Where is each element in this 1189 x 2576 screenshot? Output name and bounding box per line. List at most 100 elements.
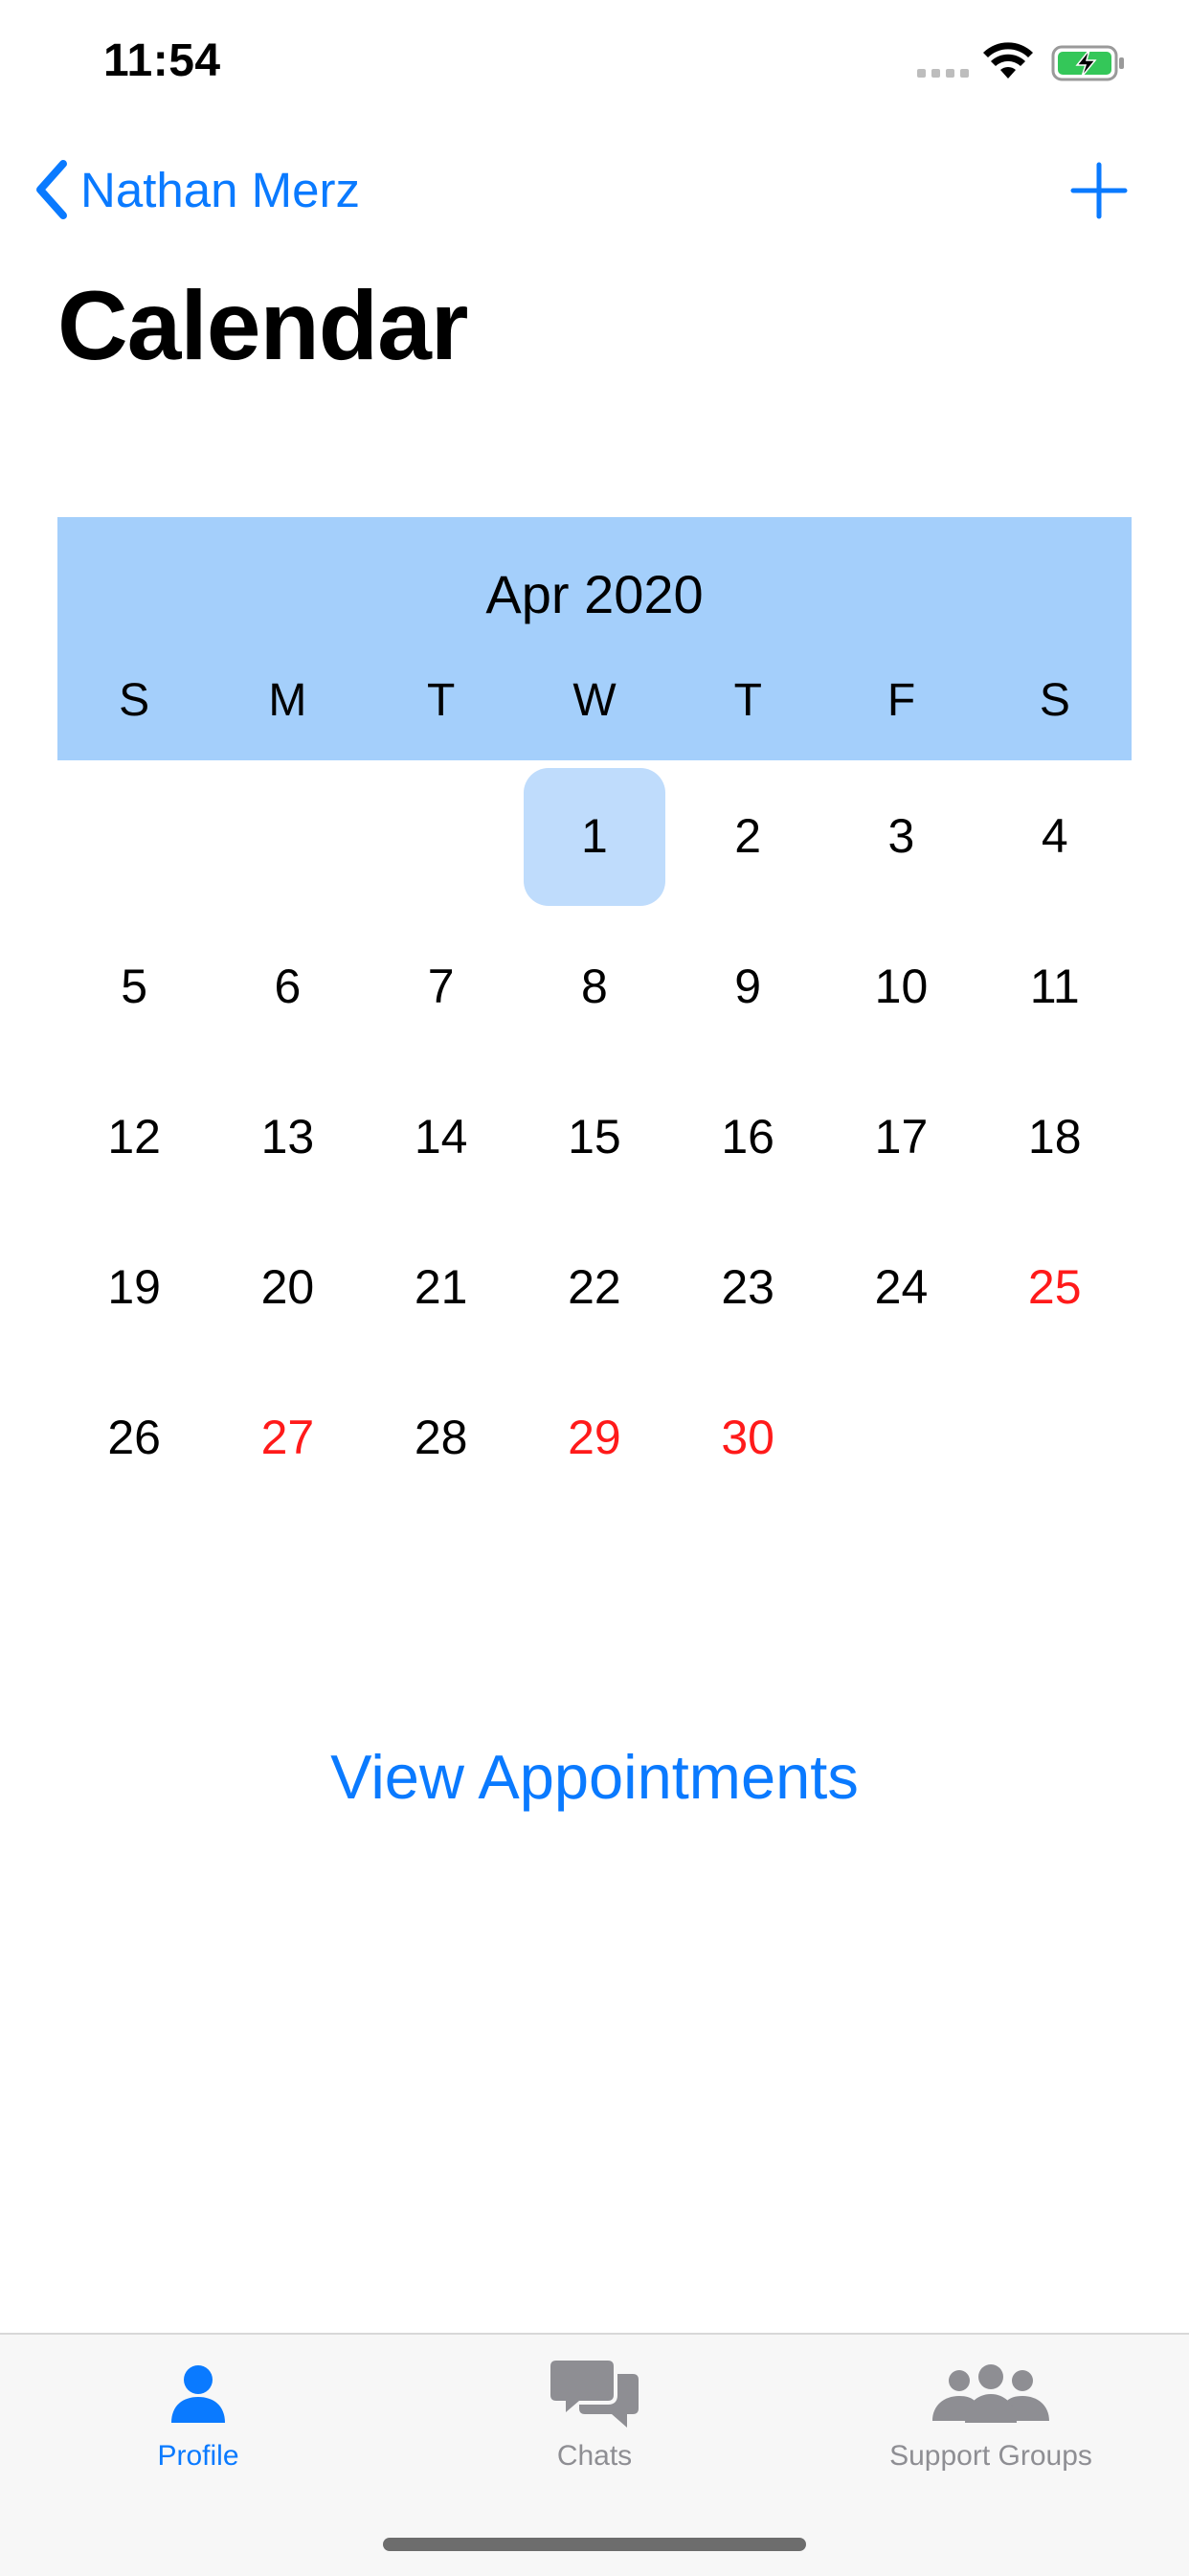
calendar-day[interactable]: 30 (671, 1367, 824, 1507)
calendar-day[interactable]: 2 (671, 766, 824, 906)
calendar-day[interactable]: 27 (211, 1367, 364, 1507)
calendar-day[interactable]: 17 (824, 1067, 977, 1207)
calendar-day[interactable]: 25 (978, 1217, 1132, 1357)
tab-chats[interactable]: Chats (396, 2356, 793, 2473)
calendar-day-number: 22 (568, 1259, 621, 1314)
calendar-day[interactable]: 13 (211, 1067, 364, 1207)
calendar-day[interactable]: 6 (211, 916, 364, 1056)
calendar-day-number: 3 (887, 808, 915, 863)
calendar-day-number: 5 (121, 959, 148, 1013)
calendar-day-number: 13 (260, 1109, 315, 1164)
calendar-day-number: 27 (260, 1410, 315, 1464)
person-icon (171, 2365, 225, 2423)
calendar-day-number: 29 (568, 1410, 621, 1464)
calendar-day-number: 15 (568, 1109, 621, 1164)
calendar-grid: 1 2 3 4 5 6 7 8 9 10 11 12 13 14 15 16 17 18 19 20 21 22 23 24 2… (57, 760, 1132, 1512)
page-title: Calendar (57, 271, 468, 380)
calendar-day-number: 16 (721, 1109, 774, 1164)
calendar-day-number: 6 (274, 959, 302, 1013)
calendar-empty-cell (211, 766, 364, 906)
weekday-row: S M T W T F S (57, 674, 1132, 727)
status-bar: 11:54 (0, 0, 1189, 134)
calendar-day-number: 1 (581, 808, 608, 863)
calendar-day-number: 12 (107, 1109, 161, 1164)
month-label: Apr 2020 (485, 564, 704, 624)
calendar-day[interactable]: 9 (671, 916, 824, 1056)
cellular-signal-icon (917, 69, 969, 78)
calendar-day-number: 2 (734, 808, 762, 863)
add-icon[interactable] (1070, 157, 1128, 224)
calendar-header: Apr 2020 S M T W T F S (57, 517, 1132, 760)
tab-label: Chats (556, 2440, 633, 2472)
calendar-day-number: 8 (581, 959, 608, 1013)
calendar-day-number: 25 (1027, 1259, 1082, 1314)
calendar-day[interactable]: 24 (824, 1217, 977, 1357)
home-indicator (383, 2538, 806, 2551)
calendar-day-number: 28 (414, 1410, 468, 1464)
calendar-day-number: 18 (1027, 1109, 1082, 1164)
status-time: 11:54 (103, 35, 221, 86)
calendar-day[interactable]: 12 (57, 1067, 211, 1207)
calendar-day[interactable]: 22 (518, 1217, 671, 1357)
calendar-day-number: 9 (734, 959, 762, 1013)
calendar-day[interactable]: 29 (518, 1367, 671, 1507)
tab-label: Profile (157, 2440, 239, 2472)
wifi-icon (983, 42, 1033, 79)
calendar-day[interactable]: 16 (671, 1067, 824, 1207)
calendar-day-number: 10 (874, 959, 929, 1013)
weekday-label: T (427, 675, 456, 726)
calendar-day[interactable]: 20 (211, 1217, 364, 1357)
back-button[interactable]: Nathan Merz (33, 153, 360, 226)
calendar-day[interactable]: 28 (365, 1367, 518, 1507)
weekday-label: S (119, 675, 150, 726)
calendar-day[interactable]: 23 (671, 1217, 824, 1357)
chat-bubbles-icon (550, 2361, 639, 2428)
calendar-empty-cell (365, 766, 518, 906)
weekday-label: F (886, 675, 916, 726)
group-icon (932, 2364, 1049, 2423)
back-button-label: Nathan Merz (80, 162, 360, 217)
calendar-day[interactable]: 7 (365, 916, 518, 1056)
calendar-day[interactable]: 15 (518, 1067, 671, 1207)
calendar-day[interactable]: 18 (978, 1067, 1132, 1207)
calendar-day-number: 23 (721, 1259, 774, 1314)
calendar-day-number: 30 (721, 1410, 774, 1464)
calendar-day-number: 11 (1029, 959, 1080, 1013)
calendar-day-number: 20 (260, 1259, 315, 1314)
calendar-day[interactable]: 5 (57, 916, 211, 1056)
calendar-day-number: 7 (427, 959, 455, 1013)
calendar-day[interactable]: 21 (365, 1217, 518, 1357)
view-appointments-button[interactable]: View Appointments (0, 1741, 1189, 1813)
calendar-week-row: 12 13 14 15 16 17 18 (57, 1061, 1132, 1211)
calendar-empty-cell (57, 766, 211, 906)
calendar-day[interactable]: 8 (518, 916, 671, 1056)
calendar-day[interactable]: 14 (365, 1067, 518, 1207)
chevron-left-icon (36, 160, 67, 219)
calendar-day-number: 26 (107, 1410, 161, 1464)
calendar-day[interactable]: 1 (518, 766, 671, 906)
calendar-week-row: 26 27 28 29 30 (57, 1362, 1132, 1512)
calendar-day[interactable]: 4 (978, 766, 1132, 906)
tab-label: Support Groups (889, 2440, 1092, 2472)
calendar-empty-cell (978, 1367, 1132, 1507)
tab-support-groups[interactable]: Support Groups (793, 2356, 1189, 2473)
calendar-day-number: 14 (414, 1109, 468, 1164)
weekday-label: M (268, 675, 307, 726)
calendar-day-number: 17 (874, 1109, 929, 1164)
tab-profile[interactable]: Profile (0, 2356, 396, 2473)
calendar-day[interactable]: 10 (824, 916, 977, 1056)
calendar-day[interactable]: 11 (978, 916, 1132, 1056)
calendar-week-row: 5 6 7 8 9 10 11 (57, 911, 1132, 1061)
calendar-day-number: 24 (874, 1259, 929, 1314)
calendar-day[interactable]: 3 (824, 766, 977, 906)
calendar-day[interactable]: 19 (57, 1217, 211, 1357)
calendar-day[interactable]: 26 (57, 1367, 211, 1507)
calendar-day-number: 21 (414, 1259, 468, 1314)
weekday-label: T (733, 675, 762, 726)
calendar-day-number: 19 (107, 1259, 161, 1314)
calendar: Apr 2020 S M T W T F S 1 2 3 4 5 6 7 8 9 10 11 12 13… (57, 517, 1132, 1512)
calendar-day-number: 4 (1041, 808, 1068, 863)
calendar-week-row: 19 20 21 22 23 24 25 (57, 1211, 1132, 1362)
calendar-empty-cell (824, 1367, 977, 1507)
weekday-label: W (572, 675, 617, 726)
